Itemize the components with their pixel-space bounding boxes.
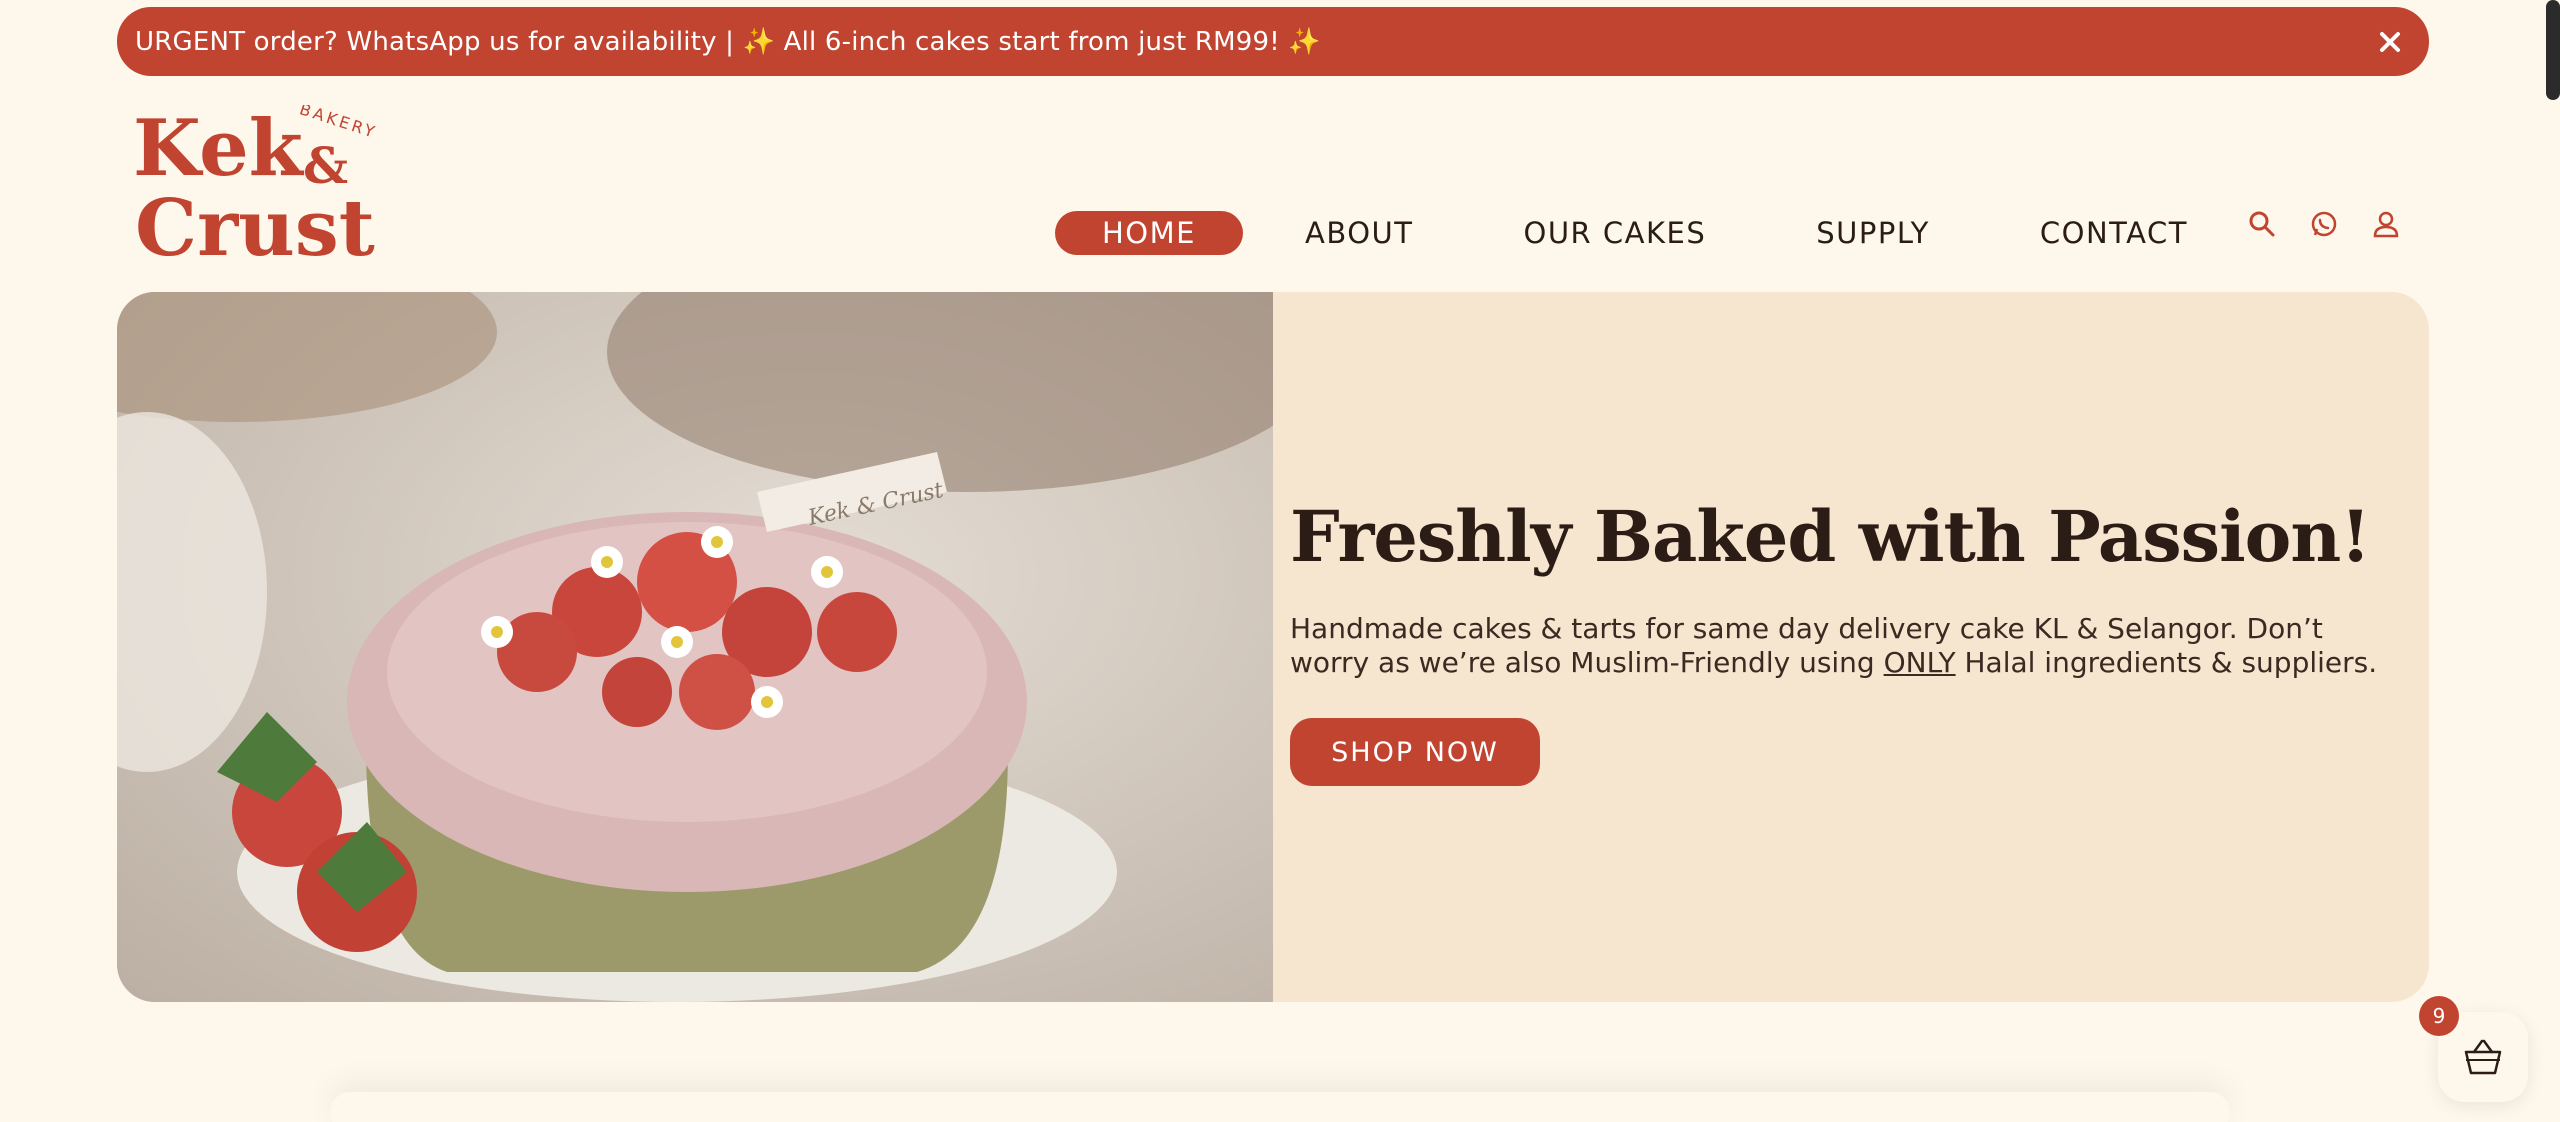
- logo-line1: Kek: [133, 105, 305, 194]
- header-icons: [2248, 210, 2400, 238]
- cart-count-badge: 9: [2419, 996, 2459, 1036]
- whatsapp-icon[interactable]: [2310, 210, 2338, 238]
- hero-description: Handmade cakes & tarts for same day deli…: [1290, 612, 2410, 680]
- account-icon[interactable]: [2372, 210, 2400, 238]
- kek-crust-logo[interactable]: Kek & Crust BAKERY: [133, 105, 393, 263]
- main-nav: HOME ABOUT OUR CAKES SUPPLY CONTACT: [1055, 210, 2188, 256]
- basket-icon: [2464, 1039, 2502, 1075]
- announcement-bar: URGENT order? WhatsApp us for availabili…: [117, 7, 2429, 76]
- logo-line2: Crust: [135, 183, 375, 263]
- hero-headline: Freshly Baked with Passion!: [1290, 495, 2371, 578]
- announcement-text: URGENT order? WhatsApp us for availabili…: [135, 26, 1321, 57]
- hero-cake-image: Kek & Crust: [117, 292, 1273, 1002]
- hero-banner: Kek & Crust Freshly Baked with Passion! …: [117, 292, 2429, 1002]
- nav-contact[interactable]: CONTACT: [2040, 211, 2188, 255]
- hero-description-text-end: Halal ingredients & suppliers.: [1955, 646, 2378, 679]
- page-scrollbar[interactable]: [2546, 0, 2560, 100]
- search-icon[interactable]: [2248, 210, 2276, 238]
- nav-home[interactable]: HOME: [1055, 211, 1243, 255]
- nav-about[interactable]: ABOUT: [1305, 211, 1414, 255]
- nav-our-cakes[interactable]: OUR CAKES: [1524, 211, 1707, 255]
- nav-supply[interactable]: SUPPLY: [1816, 211, 1930, 255]
- close-icon[interactable]: [2377, 29, 2403, 55]
- next-section-edge: [330, 1092, 2230, 1122]
- hero-description-emphasis: ONLY: [1883, 646, 1956, 679]
- shop-now-button[interactable]: SHOP NOW: [1290, 718, 1540, 786]
